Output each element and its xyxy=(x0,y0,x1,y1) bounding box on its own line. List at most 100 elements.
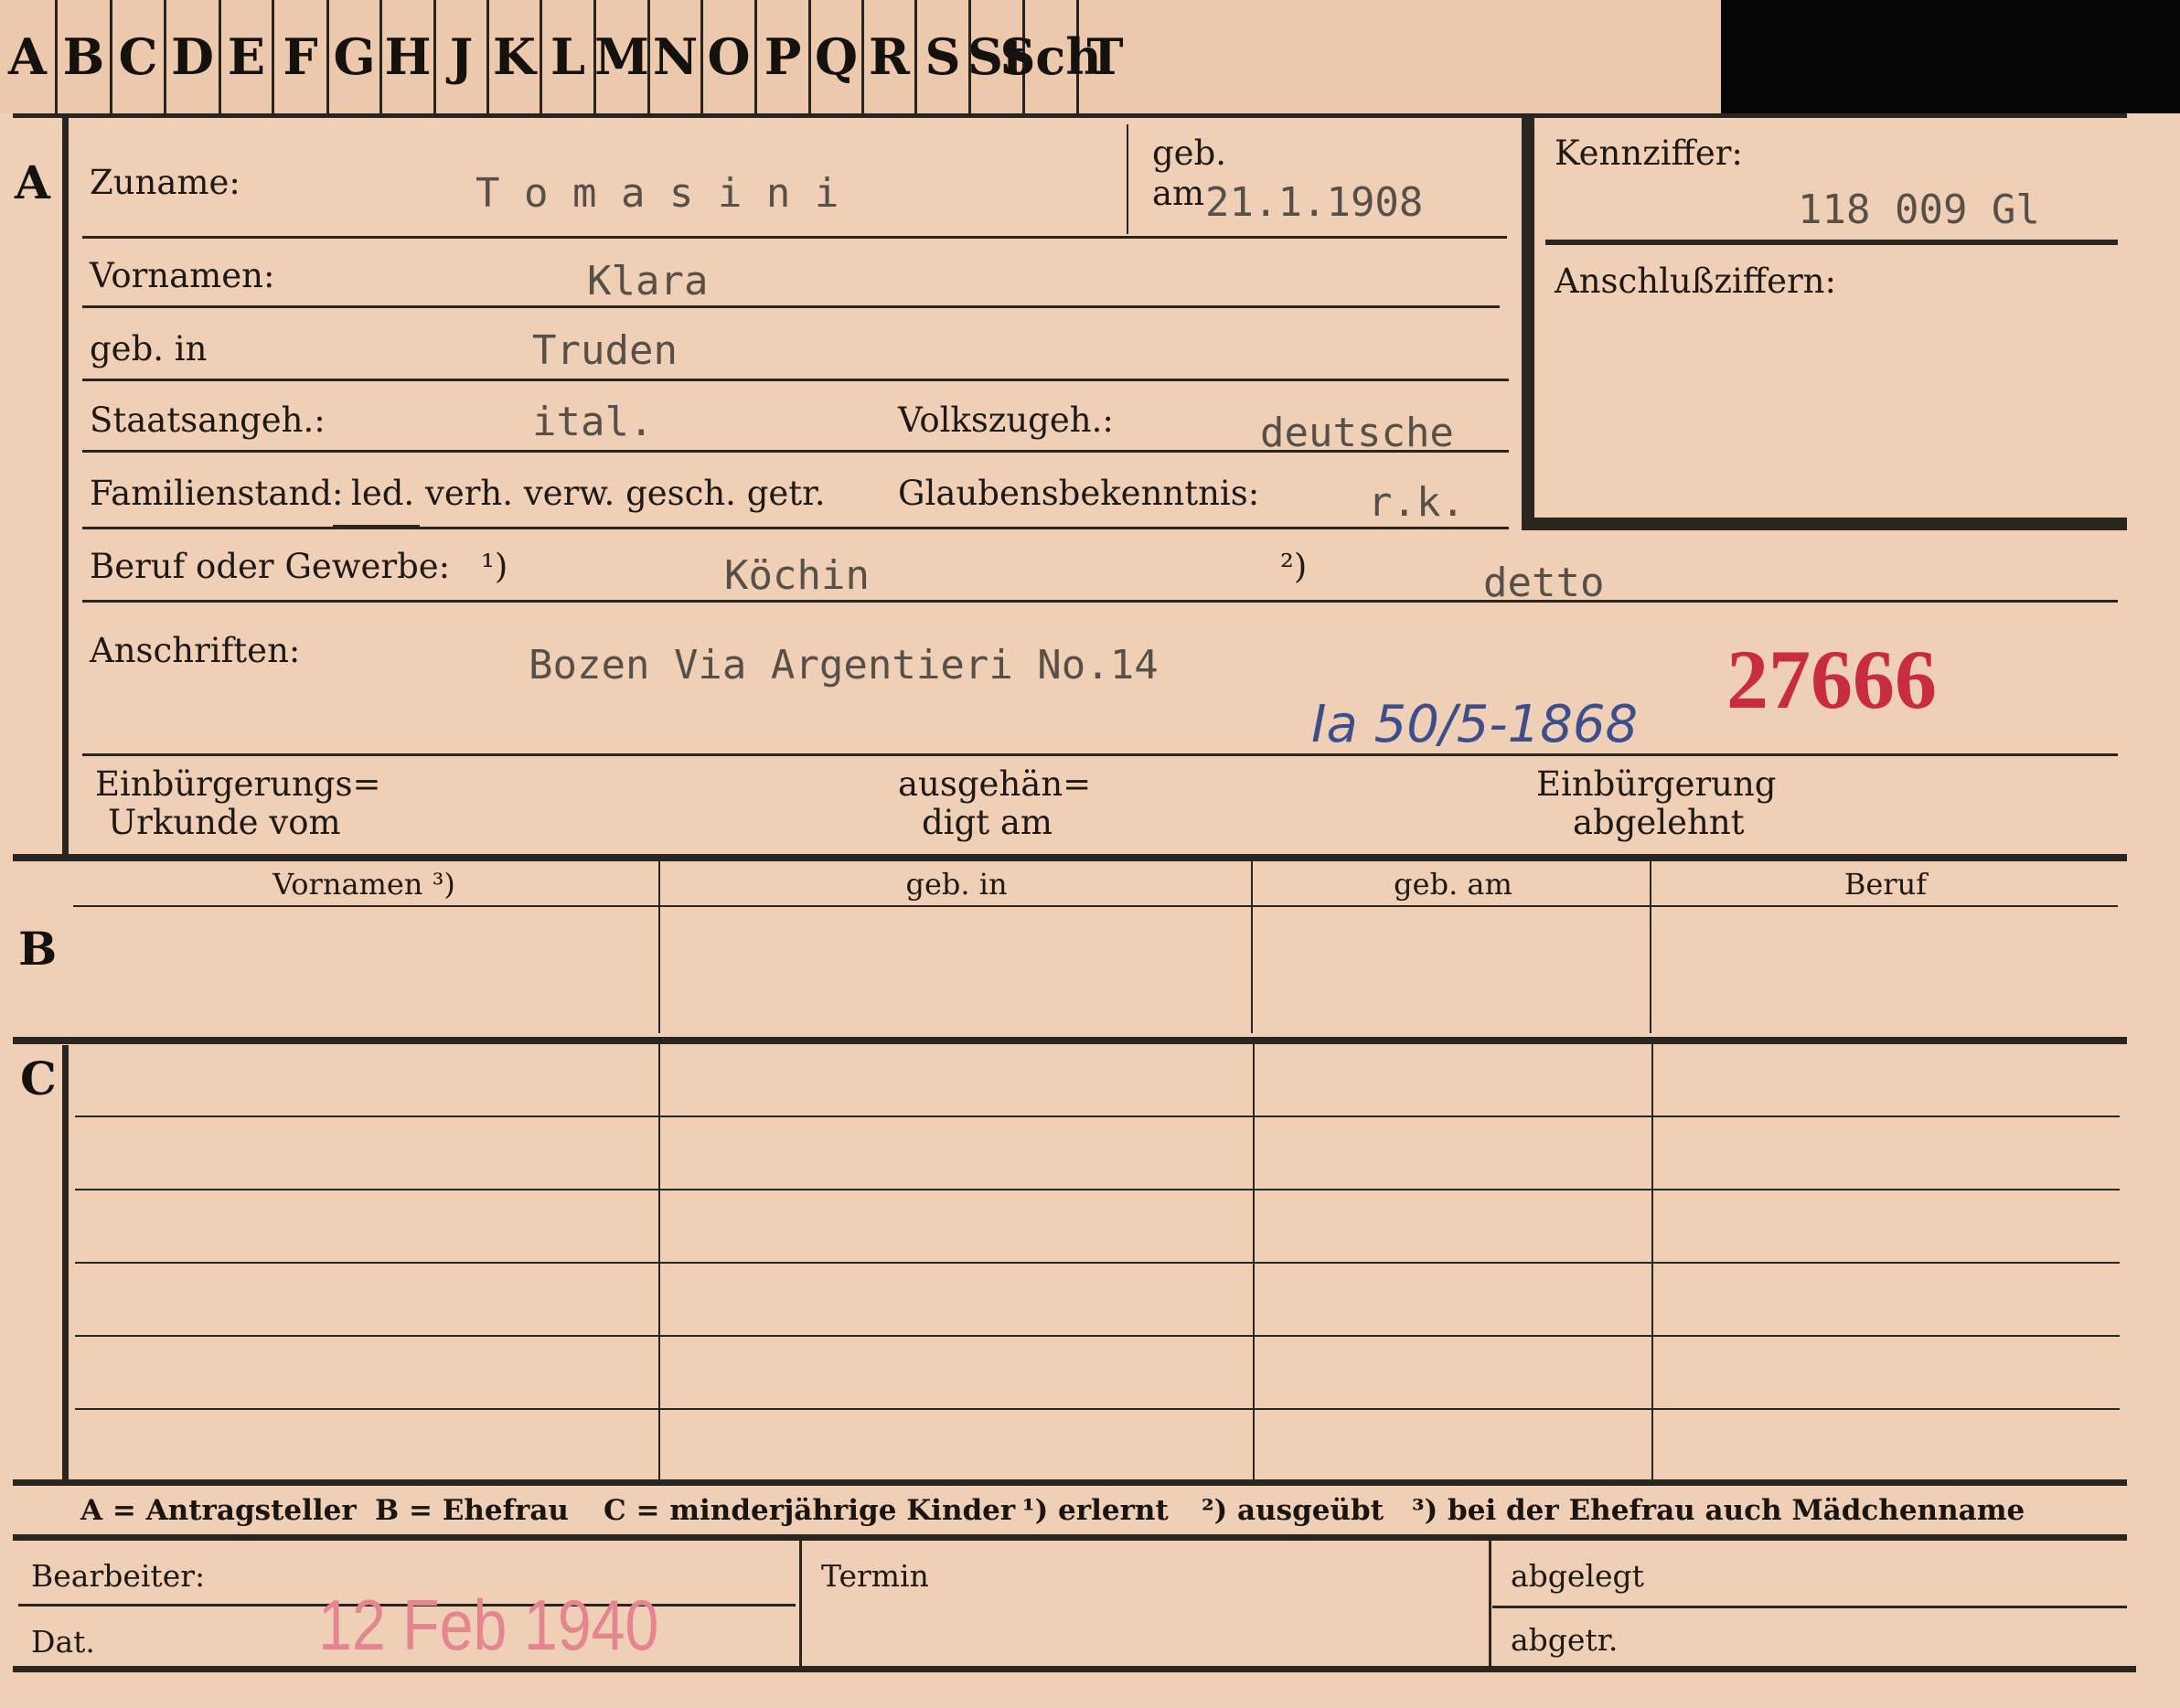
tab-g[interactable]: G xyxy=(329,0,382,113)
handwritten-reference: Ia 50/5-1868 xyxy=(1311,695,1639,754)
geb-in-label: geb. in xyxy=(90,329,208,368)
rule-zuname xyxy=(82,236,1507,239)
anschlussziffern-label: Anschlußziffern: xyxy=(1555,262,1836,301)
geb-label: geb. xyxy=(1152,133,1227,173)
geb-am-label: am xyxy=(1152,174,1205,213)
legend-note-2: ²) ausgeübt xyxy=(1202,1494,1384,1527)
index-card xyxy=(0,113,2180,1708)
geb-in-value[interactable]: Truden xyxy=(532,327,678,374)
tab-o[interactable]: O xyxy=(703,0,757,113)
beruf-value-1[interactable]: Köchin xyxy=(724,552,870,599)
tab-n[interactable]: N xyxy=(650,0,703,113)
c-row-rule-4 xyxy=(75,1335,2120,1337)
rule-familienstand xyxy=(82,527,1509,529)
frame-top-line xyxy=(13,113,2127,118)
tab-q[interactable]: Q xyxy=(811,0,864,113)
col-header-beruf: Beruf xyxy=(1843,867,1928,902)
tab-d[interactable]: D xyxy=(166,0,221,113)
tab-l[interactable]: L xyxy=(542,0,596,113)
tab-s[interactable]: S xyxy=(917,0,971,113)
zuname-value[interactable]: T o m a s i n i xyxy=(476,170,839,217)
rule-beruf xyxy=(82,600,2118,603)
kennziffer-value[interactable]: 118 009 Gl xyxy=(1798,187,2040,233)
section-c-top-line xyxy=(13,1037,2127,1044)
legend-a: A = Antragsteller xyxy=(80,1494,357,1527)
tab-h[interactable]: H xyxy=(382,0,436,113)
einbuergerungsurkunde-label-2: Urkunde vom xyxy=(108,803,341,842)
legend-c: C = minderjährige Kinder xyxy=(604,1494,1016,1527)
tab-k[interactable]: K xyxy=(489,0,542,113)
staatsangeh-value[interactable]: ital. xyxy=(532,399,653,445)
section-c-marker: C xyxy=(20,1051,57,1105)
red-file-number: 27666 xyxy=(1726,633,1937,726)
beruf-footnote-1: ¹) xyxy=(481,547,508,586)
b-col-div-2 xyxy=(1251,861,1253,1033)
date-stamp: 12 Feb 1940 xyxy=(318,1585,659,1665)
rule-anschriften xyxy=(82,753,2118,756)
c-row-rule-1 xyxy=(75,1116,2120,1117)
abgelegt-rule xyxy=(1492,1606,2127,1608)
header-rule xyxy=(73,905,2118,907)
geb-am-value[interactable]: 21.1.1908 xyxy=(1205,179,1423,226)
c-row-rule-5 xyxy=(75,1408,2120,1410)
tab-f[interactable]: F xyxy=(274,0,329,113)
register-tabs: A B C D E F G H J K L M N O P Q R S St S… xyxy=(0,0,1721,116)
col-header-vornamen: Vornamen ³) xyxy=(272,867,455,902)
footer-bottom-line xyxy=(13,1666,2136,1672)
staatsangeh-label: Staatsangeh.: xyxy=(90,400,326,440)
kennziffer-rule xyxy=(1545,240,2118,245)
tab-m[interactable]: M xyxy=(594,0,650,113)
glaubensbekenntnis-value[interactable]: r.k. xyxy=(1368,479,1465,526)
rule-vornamen xyxy=(82,305,1500,308)
section-a-left-bar xyxy=(62,113,69,856)
tab-j[interactable]: J xyxy=(436,0,489,113)
col-header-geb-in: geb. in xyxy=(905,867,1008,902)
section-b-top-line xyxy=(13,854,2127,861)
section-bc-left-bar xyxy=(62,1045,69,1479)
tab-r[interactable]: R xyxy=(864,0,917,113)
rule-staatsangeh xyxy=(82,450,1509,453)
section-b-marker: B xyxy=(18,922,58,976)
familienstand-label: Familienstand: xyxy=(90,474,344,513)
tab-sch[interactable]: Sch xyxy=(999,0,1102,113)
beruf-label: Beruf oder Gewerbe: xyxy=(90,547,451,586)
tab-a[interactable]: A xyxy=(0,0,58,113)
familienstand-options[interactable]: led. verh. verw. gesch. getr. xyxy=(351,474,826,513)
footer-divider-2 xyxy=(1489,1541,1491,1667)
glaubensbekenntnis-label: Glaubensbekenntnis: xyxy=(898,474,1260,513)
tab-b[interactable]: B xyxy=(58,0,112,113)
legend-note-3: ³) bei der Ehefrau auch Mädchenname xyxy=(1412,1494,2025,1527)
zuname-label: Zuname: xyxy=(90,163,240,202)
volkszugeh-label: Volkszugeh.: xyxy=(898,400,1114,440)
b-col-div-1 xyxy=(658,861,660,1033)
vornamen-value[interactable]: Klara xyxy=(587,258,708,304)
legend-note-1: ¹) erlernt xyxy=(1022,1494,1169,1527)
bearbeiter-label: Bearbeiter: xyxy=(31,1558,206,1594)
abgelegt-label: abgelegt xyxy=(1511,1558,1644,1594)
legend-top-line xyxy=(13,1479,2127,1486)
anschriften-value[interactable]: Bozen Via Argentieri No.14 xyxy=(529,642,1159,689)
tab-e[interactable]: E xyxy=(221,0,274,113)
beruf-footnote-2: ²) xyxy=(1280,547,1308,586)
kennziffer-label: Kennziffer: xyxy=(1555,133,1743,173)
tab-t[interactable]: T xyxy=(1079,0,1131,113)
kennziffer-box-left xyxy=(1522,117,1534,530)
dat-label: Dat. xyxy=(31,1624,95,1660)
abgetr-label: abgetr. xyxy=(1511,1622,1619,1658)
tab-p[interactable]: P xyxy=(757,0,811,113)
tab-c[interactable]: C xyxy=(112,0,166,113)
rule-geb-in xyxy=(82,379,1509,381)
b-col-div-3 xyxy=(1650,861,1651,1033)
legend-b: B = Ehefrau xyxy=(375,1494,569,1527)
section-a-marker: A xyxy=(15,155,50,209)
c-row-rule-2 xyxy=(75,1189,2120,1190)
ausgehaendigt-label-2: digt am xyxy=(922,803,1053,842)
vornamen-label: Vornamen: xyxy=(90,256,275,295)
termin-label: Termin xyxy=(821,1558,929,1594)
kennziffer-box-bottom xyxy=(1522,518,2127,530)
geb-divider xyxy=(1127,124,1128,234)
einbuergerung-abgelehnt-label-1: Einbürgerung xyxy=(1536,764,1777,804)
ausgehaendigt-label-1: ausgehän= xyxy=(898,764,1092,804)
einbuergerungsurkunde-label-1: Einbürgerungs= xyxy=(95,764,381,804)
legend-bottom-line xyxy=(13,1534,2127,1541)
